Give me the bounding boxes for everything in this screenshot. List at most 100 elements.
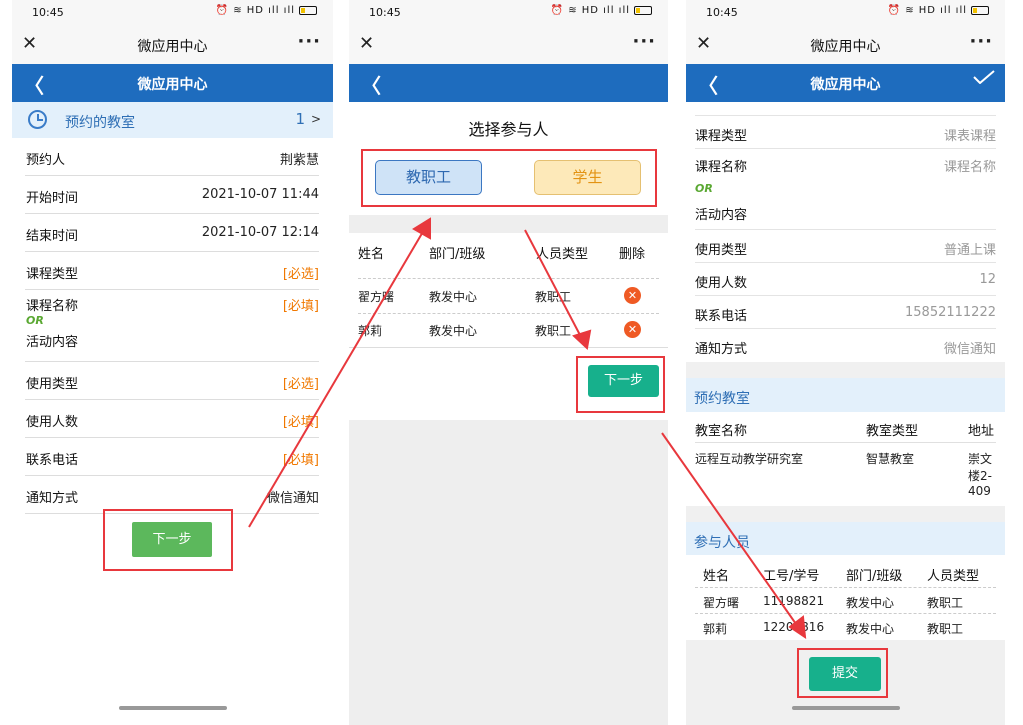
room-address-line: 楼2-	[968, 469, 992, 483]
room-type: 智慧教室	[866, 452, 915, 466]
form-value: 荆紫慧	[279, 153, 319, 168]
form-row-headcount: 使用人数 12	[695, 263, 996, 296]
form-label: 通知方式	[695, 342, 748, 357]
row-divider	[358, 278, 659, 279]
screenshot-composite: 10:45 ⏰ ≋ HD ıll ıll ✕ 微应用中心 ··· 〈 微应用中心…	[0, 0, 1023, 725]
participant-dept: 教发中心	[429, 324, 478, 338]
staff-type-button[interactable]: 教职工	[375, 160, 482, 195]
form-label-activity: 活动内容	[695, 208, 748, 223]
room-name: 远程互动教学研究室	[695, 452, 804, 466]
form-label: 结束时间	[26, 229, 79, 244]
more-icon[interactable]: ···	[297, 31, 321, 52]
form-value: 15852111222	[905, 305, 996, 320]
more-icon[interactable]: ···	[632, 31, 656, 52]
form-label: 联系电话	[26, 453, 79, 468]
check-icon[interactable]	[973, 70, 995, 84]
or-label: OR	[26, 314, 44, 327]
app-title: 微应用中心	[810, 77, 881, 93]
form-label: 课程名称	[695, 160, 748, 175]
wechat-title-bar: ✕ ···	[349, 26, 668, 64]
section-divider	[349, 215, 668, 233]
delete-icon[interactable]: ✕	[624, 287, 641, 304]
column-header-name: 姓名	[358, 247, 385, 262]
form-row-phone[interactable]: 联系电话 [必填]	[25, 438, 319, 476]
status-time: 10:45	[706, 6, 738, 19]
column-header-delete: 删除	[619, 247, 646, 262]
form-row-phone: 联系电话 15852111222	[695, 296, 996, 329]
form-label-activity: 活动内容	[26, 335, 79, 350]
more-icon[interactable]: ···	[969, 31, 993, 52]
room-address-line: 409	[968, 484, 991, 498]
required-hint: [必填]	[282, 299, 319, 314]
column-header-dept: 部门/班级	[846, 569, 903, 584]
form-row-course-name: 课程名称 OR 活动内容 课程名称	[695, 149, 996, 230]
app-header: 〈 微应用中心	[12, 64, 333, 102]
form-row-course-type[interactable]: 课程类型 [必选]	[25, 252, 319, 290]
form-label: 联系电话	[695, 309, 748, 324]
form-row-start-time[interactable]: 开始时间 2021-10-07 11:44	[25, 176, 319, 214]
row-divider	[695, 613, 996, 614]
form-label: 课程类型	[695, 129, 748, 144]
status-icons: ⏰ ≋ HD ıll ıll	[551, 5, 652, 16]
section-title: 预约教室	[694, 391, 750, 407]
form-row-course-name[interactable]: 课程名称 OR 活动内容 [必填]	[25, 290, 319, 362]
column-header-type: 人员类型	[536, 247, 589, 262]
wechat-title: 微应用中心	[137, 39, 208, 55]
form-value: 课表课程	[943, 129, 996, 144]
participant-type: 教职工	[535, 324, 572, 338]
home-indicator	[791, 706, 900, 710]
participant-id: 11198821	[763, 594, 825, 608]
form-value: 课程名称	[943, 160, 996, 175]
submit-button[interactable]: 提交	[809, 657, 881, 691]
or-label: OR	[695, 182, 713, 195]
status-icons: ⏰ ≋ HD ıll ıll	[888, 5, 989, 16]
reserved-classroom-bar[interactable]: 预约的教室 1 >	[12, 102, 333, 138]
form-value: 2021-10-07 11:44	[201, 187, 319, 202]
form-row-course-type: 课程类型 课表课程	[695, 116, 996, 149]
room-section-header: 预约教室	[686, 378, 1005, 412]
participant-dept: 教发中心	[429, 290, 478, 304]
close-icon[interactable]: ✕	[359, 33, 374, 54]
app-header: 〈	[349, 64, 668, 102]
status-signal-icons: ⏰ ≋ HD ıll ıll	[887, 5, 967, 16]
form-row-notify: 通知方式 微信通知	[695, 329, 996, 362]
form-label: 使用类型	[26, 377, 79, 392]
form-row-headcount[interactable]: 使用人数 [必填]	[25, 400, 319, 438]
status-icons: ⏰ ≋ HD ıll ıll	[216, 5, 317, 16]
form-row-notify[interactable]: 通知方式 微信通知	[25, 476, 319, 514]
participant-name: 翟方曙	[703, 596, 740, 610]
participant-id: 12201816	[763, 620, 825, 634]
status-signal-icons: ⏰ ≋ HD ıll ıll	[550, 5, 630, 16]
next-step-button[interactable]: 下一步	[588, 365, 659, 397]
participant-type: 教职工	[927, 622, 964, 636]
form-label: 课程类型	[26, 267, 79, 282]
form-value: 普通上课	[943, 243, 996, 258]
battery-icon	[634, 6, 652, 15]
form-row-booker[interactable]: 预约人 荆紫慧	[25, 138, 319, 176]
back-icon[interactable]: 〈	[361, 70, 381, 99]
required-hint: [必选]	[282, 267, 319, 282]
next-step-button[interactable]: 下一步	[132, 522, 212, 557]
page-title: 选择参与人	[468, 120, 549, 139]
form-row-end-time[interactable]: 结束时间 2021-10-07 12:14	[25, 214, 319, 252]
form-value: 微信通知	[943, 342, 996, 357]
participant-type: 教职工	[535, 290, 572, 304]
delete-icon[interactable]: ✕	[624, 321, 641, 338]
app-title: 微应用中心	[137, 77, 208, 93]
row-divider	[358, 313, 659, 314]
participant-dept: 教发中心	[846, 622, 895, 636]
phone-screen-form: 10:45 ⏰ ≋ HD ıll ıll ✕ 微应用中心 ··· 〈 微应用中心…	[12, 0, 333, 725]
row-divider	[695, 442, 996, 443]
phone-screen-participants: 10:45 ⏰ ≋ HD ıll ıll ✕ ··· 〈 选择参与人 教职工 学…	[349, 0, 668, 725]
form-value: 微信通知	[266, 491, 319, 506]
form-row-usage-type[interactable]: 使用类型 [必选]	[25, 362, 319, 400]
form-label: 使用类型	[695, 243, 748, 258]
student-type-button[interactable]: 学生	[534, 160, 641, 195]
participant-dept: 教发中心	[846, 596, 895, 610]
form-label: 预约人	[26, 153, 66, 168]
column-header-id: 工号/学号	[763, 569, 820, 584]
column-header-room-type: 教室类型	[866, 424, 919, 439]
status-time: 10:45	[32, 6, 64, 19]
reserved-classroom-count: 1	[295, 110, 305, 128]
form-row-usage-type: 使用类型 普通上课	[695, 230, 996, 263]
